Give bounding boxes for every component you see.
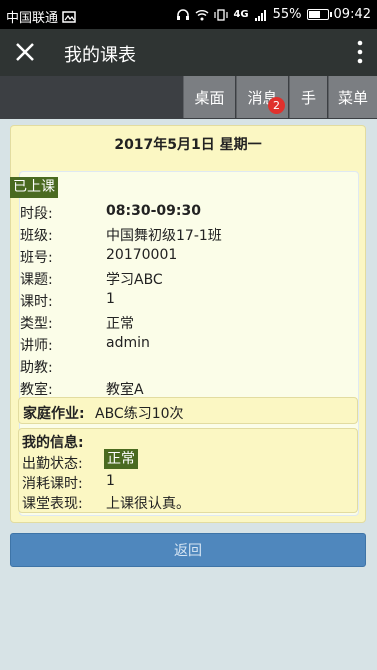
field-label: 课时: xyxy=(20,294,53,310)
homework-label: 家庭作业: xyxy=(23,406,85,422)
carrier-label: 中国联通 xyxy=(6,11,59,26)
field-value: 教室A xyxy=(106,382,144,398)
field-label: 班级: xyxy=(20,228,53,244)
attendance-status-badge: 正常 xyxy=(104,449,138,469)
field-label: 讲师: xyxy=(20,338,53,354)
attendance-label: 出勤状态: xyxy=(22,456,83,472)
menu-button[interactable]: 菜单 xyxy=(328,76,377,118)
vibrate-icon xyxy=(214,8,229,21)
my-info-title: 我的信息: xyxy=(22,435,84,451)
consumed-hours-label: 消耗课时: xyxy=(22,476,83,492)
field-value: 1 xyxy=(106,291,115,307)
field-label: 时段: xyxy=(20,206,53,222)
field-value: 中国舞初级17-1班 xyxy=(106,228,222,244)
status-tag: 已上课 xyxy=(10,177,58,198)
performance-value: 上课很认真。 xyxy=(106,496,190,512)
field-label: 课题: xyxy=(20,272,53,288)
homework-box: 家庭作业: ABC练习10次 xyxy=(18,397,358,424)
page-title: 我的课表 xyxy=(64,45,136,66)
homework-value: ABC练习10次 xyxy=(95,406,184,422)
signal-icon xyxy=(254,9,266,21)
hand-button[interactable]: 手 xyxy=(289,76,327,118)
field-value: 20170001 xyxy=(106,247,178,263)
desktop-button[interactable]: 桌面 xyxy=(183,76,235,118)
field-label: 班号: xyxy=(20,250,53,266)
field-label: 类型: xyxy=(20,316,53,332)
app-bar: 我的课表 xyxy=(0,29,377,76)
more-vert-icon[interactable] xyxy=(357,40,363,64)
status-bar: 中国联通 4G 55% 09:42 xyxy=(0,0,377,29)
toolbar: 桌面 消息 手 菜单 xyxy=(0,76,377,119)
battery-percent: 55% xyxy=(272,7,302,22)
battery-icon xyxy=(306,9,332,20)
field-value: 08:30-09:30 xyxy=(106,203,201,219)
network-label: 4G xyxy=(233,9,249,20)
close-icon[interactable] xyxy=(12,39,38,65)
performance-label: 课堂表现: xyxy=(22,496,83,512)
consumed-hours-value: 1 xyxy=(106,473,115,489)
wifi-icon xyxy=(195,9,209,20)
image-icon xyxy=(62,10,76,23)
field-value: admin xyxy=(106,335,150,351)
field-label: 教室: xyxy=(20,382,53,398)
field-label: 助教: xyxy=(20,360,53,376)
schedule-date: 2017年5月1日 星期一 xyxy=(114,137,262,153)
message-count-badge: 2 xyxy=(268,97,285,114)
clock: 09:42 xyxy=(333,7,371,22)
headphones-icon xyxy=(177,8,190,20)
field-value: 学习ABC xyxy=(106,272,163,288)
back-button[interactable]: 返回 xyxy=(10,533,366,567)
field-value: 正常 xyxy=(106,316,134,332)
